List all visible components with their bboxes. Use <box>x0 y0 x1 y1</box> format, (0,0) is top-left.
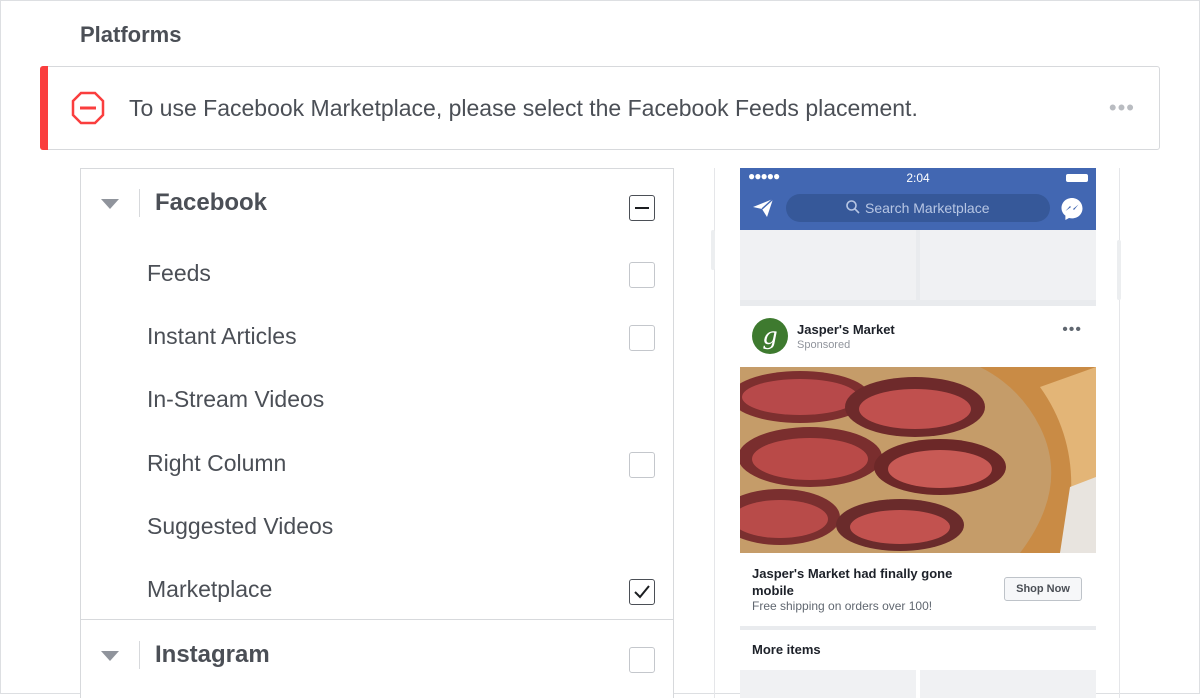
facebook-group-row[interactable]: Facebook <box>81 169 673 239</box>
ad-more-button[interactable]: ••• <box>1062 322 1082 338</box>
status-time: 2:04 <box>906 171 930 185</box>
banner-more-button[interactable]: ••• <box>1109 97 1135 119</box>
ad-description: Free shipping on orders over 100! <box>752 599 933 613</box>
listing-tile[interactable] <box>920 230 1096 300</box>
search-placeholder: Search Marketplace <box>865 200 990 216</box>
more-items-section: More items <box>740 630 1096 698</box>
instagram-group-checkbox[interactable] <box>629 647 655 673</box>
caret-down-icon[interactable] <box>101 199 119 209</box>
banner-message: To use Facebook Marketplace, please sele… <box>129 95 918 121</box>
checkmark-icon <box>634 585 650 599</box>
status-bar: ●●●●● 2:04 <box>740 168 1096 188</box>
phone-side-button <box>711 230 715 270</box>
messenger-icon[interactable] <box>1060 197 1084 221</box>
sponsored-ad-card[interactable]: g Jasper's Market Sponsored ••• Jasper's… <box>740 306 1096 626</box>
separator <box>139 641 140 669</box>
section-title: Platforms <box>80 22 182 47</box>
placement-label: In-Stream Videos <box>147 386 325 412</box>
instant-articles-checkbox[interactable] <box>629 325 655 351</box>
facebook-group-label: Facebook <box>155 189 268 216</box>
search-input[interactable]: Search Marketplace <box>786 194 1050 222</box>
search-icon <box>846 200 860 214</box>
listing-tile[interactable] <box>740 230 916 300</box>
advertiser-avatar[interactable]: g <box>752 318 788 354</box>
placements-panel: Facebook Feeds Instant Articles In-Strea… <box>80 168 674 698</box>
placement-label: Right Column <box>147 450 287 476</box>
placement-item-in-stream-videos: In-Stream Videos <box>81 369 673 431</box>
instagram-group-label: Instagram <box>155 641 270 668</box>
banner-accent-bar <box>40 66 48 150</box>
placement-label: Marketplace <box>147 576 273 602</box>
separator <box>139 189 140 217</box>
feeds-checkbox[interactable] <box>629 262 655 288</box>
stop-icon <box>71 91 105 125</box>
instagram-group-row[interactable]: Instagram <box>81 621 673 691</box>
caret-down-icon[interactable] <box>101 651 119 661</box>
marketplace-preview: ●●●●● 2:04 Search Marketplace g Jasper's… <box>740 168 1096 698</box>
send-icon[interactable] <box>752 198 774 218</box>
placement-label: Feeds <box>147 260 211 286</box>
advertiser-name[interactable]: Jasper's Market <box>797 322 895 337</box>
divider <box>81 619 673 620</box>
ad-headline[interactable]: Jasper's Market had finally gone mobile <box>752 565 982 599</box>
placement-label: Suggested Videos <box>147 513 334 539</box>
placement-item-suggested-videos: Suggested Videos <box>81 496 673 558</box>
placement-label: Instant Articles <box>147 323 297 349</box>
error-banner: To use Facebook Marketplace, please sele… <box>40 66 1160 150</box>
right-column-checkbox[interactable] <box>629 452 655 478</box>
ad-image[interactable] <box>740 367 1096 553</box>
placement-item-instant-articles[interactable]: Instant Articles <box>81 306 673 368</box>
marketplace-checkbox[interactable] <box>629 579 655 605</box>
placement-item-feeds[interactable]: Feeds <box>81 243 673 305</box>
placement-item-marketplace[interactable]: Marketplace <box>81 559 673 621</box>
facebook-group-checkbox[interactable] <box>629 195 655 221</box>
app-header: ●●●●● 2:04 Search Marketplace <box>740 168 1096 230</box>
placement-item-right-column[interactable]: Right Column <box>81 433 673 495</box>
sponsored-label: Sponsored <box>797 339 851 351</box>
more-items-label: More items <box>752 642 821 657</box>
battery-icon <box>1066 174 1088 182</box>
phone-side-button <box>1117 240 1121 300</box>
shop-now-button[interactable]: Shop Now <box>1004 577 1082 601</box>
